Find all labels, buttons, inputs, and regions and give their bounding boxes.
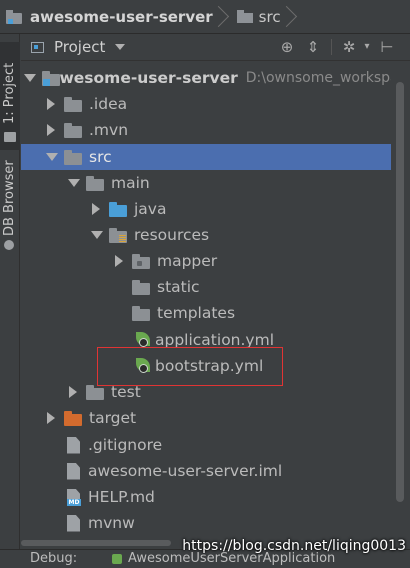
- database-icon: [4, 240, 14, 250]
- project-tree: awesome-user-server D:\ownsome_workspac …: [21, 64, 391, 544]
- chevron-down-icon[interactable]: [115, 44, 126, 50]
- project-panel-header: Project ⊕ ⇕ ✲ ▾ ⊢: [21, 34, 410, 61]
- breadcrumb: awesome-user-server src: [0, 0, 410, 34]
- folder-icon: [86, 384, 104, 400]
- excluded-folder-icon: [64, 410, 82, 426]
- text-file-icon: [67, 514, 81, 532]
- tree-row-static[interactable]: static: [21, 274, 391, 300]
- package-folder-icon: [132, 253, 150, 269]
- scrollbar-thumb[interactable]: [396, 82, 404, 502]
- tree-row-src[interactable]: src: [21, 144, 391, 170]
- tree-item-label: static: [157, 278, 200, 296]
- folder-icon: [132, 279, 150, 295]
- folder-icon: [236, 10, 253, 23]
- folder-icon: [64, 122, 82, 138]
- db-browser-tool-tab[interactable]: DB Browser: [0, 154, 20, 254]
- tree-row-help-md[interactable]: MD HELP.md: [21, 484, 391, 510]
- project-tab-icon: [4, 132, 16, 142]
- collapse-all-icon[interactable]: ⇕: [303, 37, 323, 57]
- db-browser-tab-label: DB Browser: [2, 160, 17, 236]
- tree-item-label: .mvn: [89, 121, 129, 139]
- tree-row-templates[interactable]: templates: [21, 300, 391, 326]
- expand-arrow-icon[interactable]: [23, 74, 36, 82]
- toolbar-separator: [331, 39, 332, 55]
- module-file-icon: [67, 462, 81, 480]
- tree-row-root[interactable]: awesome-user-server D:\ownsome_workspac: [21, 65, 391, 91]
- spring-app-icon: [112, 554, 122, 564]
- breadcrumb-project[interactable]: awesome-user-server: [30, 8, 213, 26]
- tree-item-label: awesome-user-server: [49, 69, 238, 87]
- expand-arrow-icon[interactable]: [68, 386, 77, 398]
- tree-row-mvn[interactable]: .mvn: [21, 117, 391, 143]
- spring-leaf-icon: [135, 332, 151, 348]
- project-tab-label: 1: Project: [2, 62, 17, 124]
- scrollbar-thumb[interactable]: [21, 540, 171, 546]
- tree-row-idea[interactable]: .idea: [21, 91, 391, 117]
- hide-icon[interactable]: ⊢: [377, 37, 397, 57]
- expand-arrow-icon[interactable]: [46, 124, 55, 136]
- collapse-arrow-icon[interactable]: [45, 153, 58, 161]
- tree-item-label: mapper: [157, 252, 218, 270]
- debug-label[interactable]: Debug:: [30, 551, 77, 566]
- expand-arrow-icon[interactable]: [91, 203, 100, 215]
- folder-icon: [64, 96, 82, 112]
- tree-item-label: target: [89, 409, 137, 427]
- highlight-box: [97, 347, 283, 386]
- tree-item-label: .idea: [89, 95, 128, 113]
- tree-item-label: awesome-user-server.iml: [88, 462, 283, 480]
- collapse-arrow-icon[interactable]: [90, 231, 103, 239]
- folder-icon: [86, 175, 104, 191]
- markdown-tag: MD: [67, 498, 81, 506]
- tree-row-mvnw[interactable]: mvnw: [21, 510, 391, 536]
- tree-row-resources[interactable]: resources: [21, 222, 391, 248]
- tree-row-gitignore[interactable]: .gitignore: [21, 432, 391, 458]
- tree-item-label: mvnw: [88, 514, 135, 532]
- vertical-scrollbar[interactable]: [392, 64, 410, 544]
- tree-item-label: templates: [157, 304, 236, 322]
- tree-row-iml[interactable]: awesome-user-server.iml: [21, 458, 391, 484]
- expand-arrow-icon[interactable]: [114, 255, 123, 267]
- tree-item-label: .gitignore: [88, 436, 163, 454]
- project-view-label[interactable]: Project: [54, 38, 105, 56]
- tree-item-label: java: [134, 200, 167, 218]
- source-folder-icon: [109, 201, 127, 217]
- breadcrumb-separator: [217, 6, 227, 28]
- project-view-icon: [31, 41, 44, 53]
- tree-row-main[interactable]: main: [21, 170, 391, 196]
- gear-dropdown-icon[interactable]: ▾: [357, 37, 377, 57]
- watermark: https://blog.csdn.net/liqing0013: [182, 538, 406, 554]
- tree-item-path: D:\ownsome_workspac: [245, 70, 391, 86]
- tree-row-target[interactable]: target: [21, 405, 391, 431]
- gear-icon[interactable]: ✲: [339, 37, 359, 57]
- expand-arrow-icon[interactable]: [46, 412, 55, 424]
- folder-icon: [64, 149, 82, 165]
- resources-folder-icon: [109, 227, 127, 243]
- module-folder-icon: [6, 9, 24, 24]
- folder-icon: [132, 305, 150, 321]
- project-tool-tab[interactable]: 1: Project: [0, 42, 20, 150]
- expand-arrow-icon[interactable]: [46, 98, 55, 110]
- tree-item-label: main: [111, 174, 150, 192]
- breadcrumb-separator: [285, 6, 295, 28]
- tool-window-strip: 1: Project DB Browser: [0, 34, 20, 567]
- text-file-icon: [67, 436, 81, 454]
- locate-icon[interactable]: ⊕: [277, 37, 297, 57]
- tree-item-label: src: [89, 148, 112, 166]
- tree-row-java[interactable]: java: [21, 196, 391, 222]
- collapse-arrow-icon[interactable]: [67, 179, 80, 187]
- tree-row-mapper[interactable]: mapper: [21, 248, 391, 274]
- tree-item-label: HELP.md: [88, 488, 155, 506]
- tree-item-label: resources: [134, 226, 210, 244]
- markdown-file-icon: MD: [67, 488, 81, 506]
